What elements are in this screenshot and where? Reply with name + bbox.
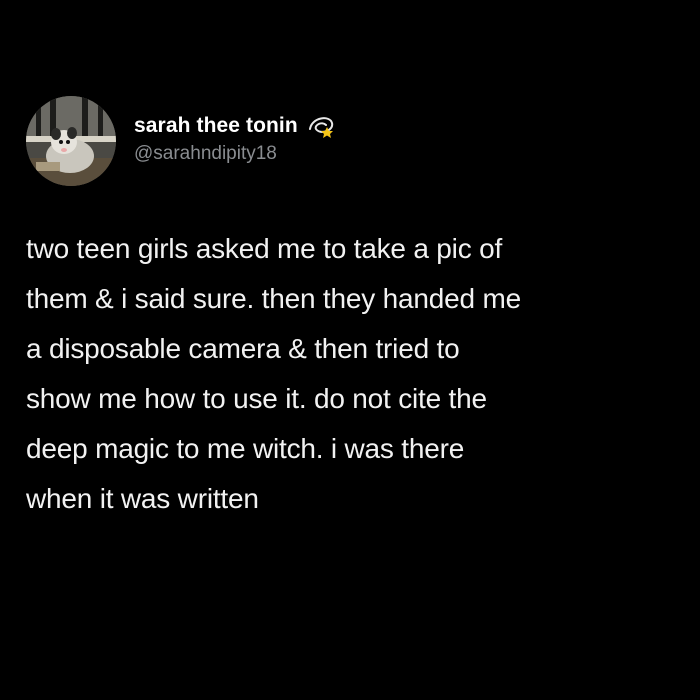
display-name[interactable]: sarah thee tonin [134,114,298,138]
author-identity: sarah thee tonin @sarahndipity18 [134,111,336,165]
opossum-avatar-icon [26,96,116,186]
tweet-header: sarah thee tonin @sarahndipity18 [26,96,336,186]
tweet-text: two teen girls asked me to take a pic of… [26,233,521,514]
author-handle[interactable]: @sarahndipity18 [134,143,336,165]
avatar[interactable] [26,96,116,186]
tweet-card: sarah thee tonin @sarahndipity18 two tee… [0,0,700,700]
dizzy-icon [306,113,336,139]
name-row: sarah thee tonin [134,111,336,141]
